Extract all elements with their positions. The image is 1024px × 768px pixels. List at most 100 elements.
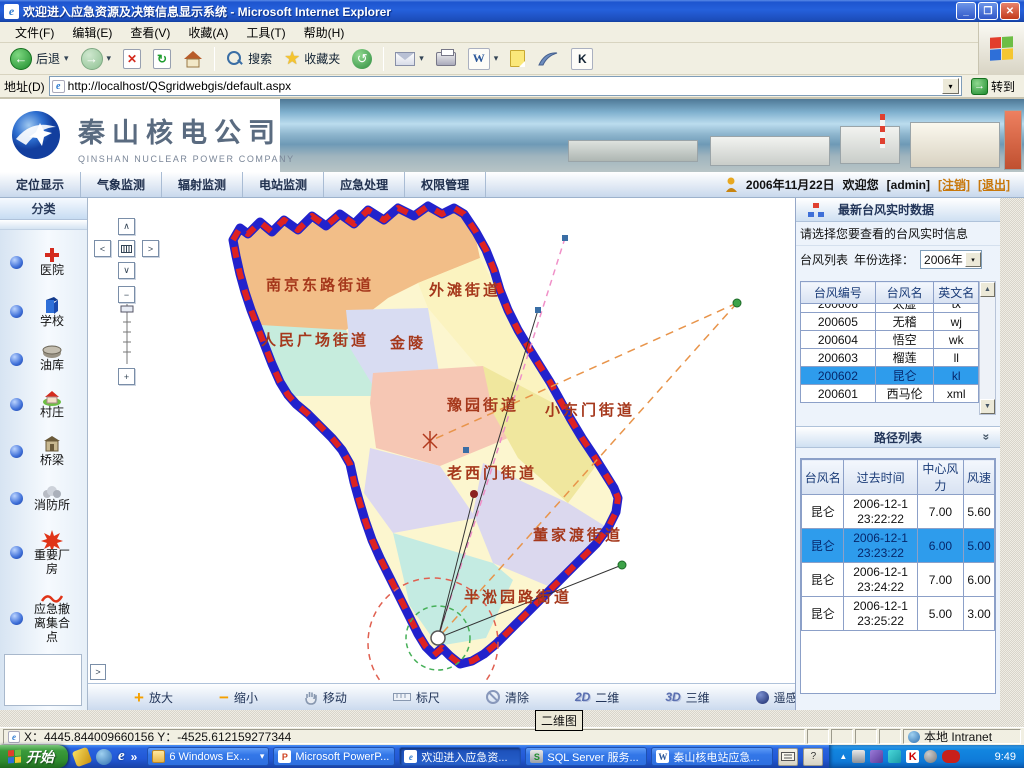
- tray-kaspersky-icon[interactable]: K: [906, 750, 919, 763]
- task-word-document[interactable]: W 秦山核电站应急...: [651, 747, 773, 766]
- zoom-in-tool[interactable]: +放大: [134, 689, 173, 706]
- task-windows-explorer-group[interactable]: 6 Windows Expl... ▾: [147, 747, 269, 766]
- menu-favorites[interactable]: 收藏(A): [179, 22, 237, 43]
- map-viewport[interactable]: 南京东路街道 外滩街道 人民广场街道 金陵 豫园街道 小东门街道 老西门街道 董…: [88, 198, 795, 710]
- menu-view[interactable]: 查看(V): [121, 22, 179, 43]
- tab-weather[interactable]: 气象监测: [81, 172, 162, 197]
- edit-dropdown-icon[interactable]: ▾: [494, 53, 499, 64]
- forward-button[interactable]: → ▾: [77, 46, 116, 72]
- logout-link[interactable]: [注销]: [938, 176, 970, 193]
- sidebar-item-important-plant[interactable]: 重要厂房: [0, 529, 88, 577]
- col-name[interactable]: 台风名: [802, 460, 844, 495]
- address-dropdown-button[interactable]: ▾: [942, 78, 959, 94]
- restore-button[interactable]: ❐: [978, 2, 998, 20]
- quick-launch-network-icon[interactable]: [96, 749, 112, 765]
- sidebar-item-assembly-point[interactable]: 应急撤离集合点: [0, 593, 88, 644]
- pan-left-button[interactable]: <: [94, 240, 111, 257]
- notes-button[interactable]: [506, 48, 529, 69]
- tray-sql-icon[interactable]: [852, 750, 865, 763]
- hide-icons-chevron[interactable]: ▲: [839, 752, 847, 761]
- back-dropdown-icon[interactable]: ▾: [64, 53, 69, 64]
- tab-station[interactable]: 电站监测: [243, 172, 324, 197]
- scroll-up-button[interactable]: ▲: [980, 282, 995, 297]
- toggle-sphere-icon[interactable]: [10, 492, 23, 505]
- menu-file[interactable]: 文件(F): [6, 22, 63, 43]
- history-button[interactable]: ↺: [348, 47, 376, 71]
- zoom-slider[interactable]: [120, 304, 134, 364]
- task-powerpoint[interactable]: P Microsoft PowerP...: [273, 747, 395, 766]
- zoom-in-step-button[interactable]: +: [118, 368, 135, 385]
- tab-positioning[interactable]: 定位显示: [0, 172, 81, 197]
- quick-launch-overflow[interactable]: »: [131, 750, 138, 764]
- task-sql-server[interactable]: S SQL Server 服务...: [525, 747, 647, 766]
- tab-emergency[interactable]: 应急处理: [324, 172, 405, 197]
- table-row[interactable]: 200605无稽wj: [801, 313, 979, 331]
- go-button[interactable]: → 转到: [966, 77, 1020, 96]
- remote-sensing-tool[interactable]: 遥感: [756, 689, 795, 706]
- table-row[interactable]: 昆仑2006-12-1 23:22:227.005.60: [802, 495, 995, 529]
- typhoon-table-scrollbar[interactable]: ▲ ▼: [979, 281, 996, 415]
- language-help-button[interactable]: ?: [803, 748, 823, 766]
- tray-grid-icon[interactable]: [888, 750, 901, 763]
- tab-radiation[interactable]: 辐射监测: [162, 172, 243, 197]
- toggle-sphere-icon[interactable]: [10, 353, 23, 366]
- menu-edit[interactable]: 编辑(E): [63, 22, 121, 43]
- mail-button[interactable]: ▾: [391, 50, 428, 68]
- collapse-chevron-icon[interactable]: »: [980, 434, 994, 441]
- tray-disc-icon[interactable]: [924, 750, 937, 763]
- tray-ati-icon[interactable]: [942, 750, 960, 763]
- table-row[interactable]: 200606太虚tx: [801, 304, 979, 313]
- menu-tools[interactable]: 工具(T): [237, 22, 294, 43]
- menu-help[interactable]: 帮助(H): [295, 22, 354, 43]
- table-row[interactable]: 200601西马伦xml: [801, 385, 979, 403]
- pan-down-button[interactable]: ∨: [118, 262, 135, 279]
- sidebar-item-village[interactable]: 村庄: [0, 390, 88, 420]
- col-center-wind[interactable]: 中心风力: [917, 460, 963, 495]
- view-3d-tool[interactable]: 3D三维: [665, 689, 709, 706]
- table-row[interactable]: 200604悟空wk: [801, 331, 979, 349]
- toggle-sphere-icon[interactable]: [10, 398, 23, 411]
- home-button[interactable]: [179, 48, 207, 70]
- view-2d-tool[interactable]: 2D二维: [575, 689, 619, 706]
- search-button[interactable]: 搜索: [222, 48, 276, 70]
- col-speed[interactable]: 风速: [964, 460, 995, 495]
- zoom-out-step-button[interactable]: −: [118, 286, 135, 303]
- toggle-sphere-icon[interactable]: [10, 305, 23, 318]
- toggle-sphere-icon[interactable]: [10, 445, 23, 458]
- sidebar-item-bridge[interactable]: 桥梁: [0, 436, 88, 468]
- col-time[interactable]: 过去时间: [844, 460, 917, 495]
- pan-tool[interactable]: 移动: [304, 689, 347, 706]
- table-row[interactable]: 200603榴莲ll: [801, 349, 979, 367]
- edit-word-button[interactable]: W ▾: [464, 46, 503, 72]
- tab-permissions[interactable]: 权限管理: [405, 172, 486, 197]
- path-list-header[interactable]: 路径列表 »: [796, 426, 1000, 448]
- toggle-sphere-icon[interactable]: [10, 612, 23, 625]
- zoom-out-tool[interactable]: −缩小: [219, 689, 258, 706]
- year-dropdown-button[interactable]: ▾: [965, 252, 981, 267]
- forward-dropdown-icon[interactable]: ▾: [107, 53, 112, 64]
- refresh-button[interactable]: ↻: [149, 47, 175, 71]
- year-select[interactable]: 2006年 ▾: [920, 250, 982, 269]
- language-bar-button[interactable]: [778, 748, 798, 766]
- table-row-selected[interactable]: 200602昆仑kl: [801, 367, 979, 385]
- col-typhoon-id[interactable]: 台风编号: [801, 282, 876, 304]
- sidebar-item-school[interactable]: 学校: [0, 295, 88, 329]
- table-row[interactable]: 昆仑2006-12-1 23:24:227.006.00: [802, 563, 995, 597]
- quick-launch-pen-icon[interactable]: [72, 746, 93, 767]
- back-button[interactable]: ← 后退 ▾: [6, 46, 73, 72]
- favorites-button[interactable]: ★ 收藏夹: [280, 46, 344, 71]
- pan-right-button[interactable]: >: [142, 240, 159, 257]
- address-input[interactable]: [68, 79, 939, 93]
- print-button[interactable]: [432, 50, 460, 68]
- pan-up-button[interactable]: ∧: [118, 218, 135, 235]
- expand-panel-button[interactable]: >: [90, 664, 106, 680]
- sidebar-item-fire-station[interactable]: 消防所: [0, 485, 88, 513]
- full-extent-button[interactable]: [118, 240, 135, 257]
- stop-button[interactable]: ✕: [119, 47, 145, 71]
- typhoon-table-body[interactable]: 200606太虚tx 200605无稽wj 200604悟空wk 200603榴…: [800, 304, 979, 416]
- minimize-button[interactable]: _: [956, 2, 976, 20]
- table-row-selected[interactable]: 昆仑2006-12-1 23:23:226.005.00: [802, 529, 995, 563]
- exit-link[interactable]: [退出]: [978, 176, 1010, 193]
- col-typhoon-name[interactable]: 台风名: [875, 282, 934, 304]
- scroll-down-button[interactable]: ▼: [980, 399, 995, 414]
